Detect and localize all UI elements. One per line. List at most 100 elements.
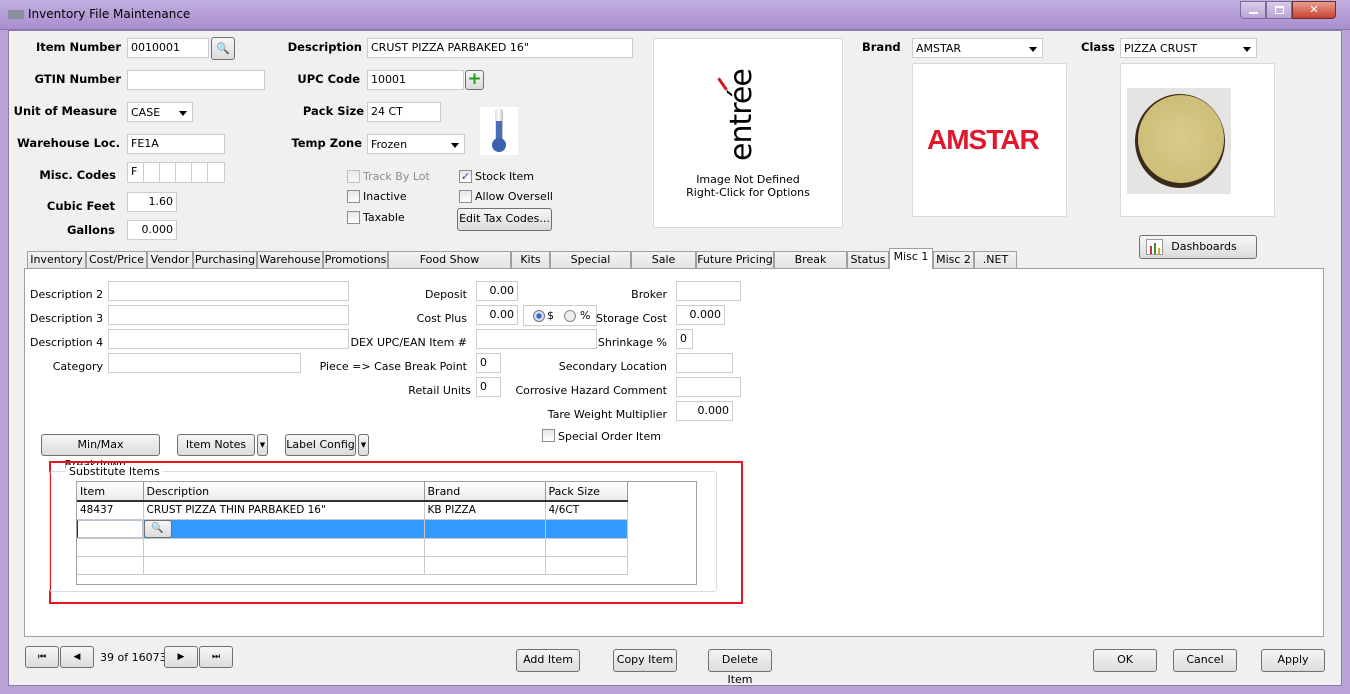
minimize-button[interactable] [1240, 1, 1266, 19]
special-order-checkbox[interactable] [542, 429, 555, 442]
item-image-box[interactable]: entrée Image Not Defined Right-Click for… [653, 38, 843, 228]
description-input[interactable]: CRUST PIZZA PARBAKED 16" [367, 38, 633, 58]
tab-net[interactable]: .NET [974, 251, 1017, 269]
tab-misc-1[interactable]: Misc 1 [889, 248, 933, 269]
shrinkage-input[interactable]: 0 [676, 329, 693, 349]
last-icon: ⏭ [211, 652, 221, 662]
dashboards-button[interactable]: Dashboards [1139, 235, 1257, 259]
close-button[interactable]: ✕ [1292, 1, 1336, 19]
col-brand[interactable]: Brand [424, 482, 546, 502]
uom-dropdown[interactable]: CASE [127, 102, 193, 122]
item-number-input[interactable]: 0010001 [127, 38, 209, 58]
col-pack-size[interactable]: Pack Size [545, 482, 628, 502]
cell-item: 48437 [77, 501, 144, 520]
warehouse-loc-input[interactable]: FE1A [127, 134, 225, 154]
brand-dropdown[interactable]: AMSTAR [912, 38, 1043, 58]
allow-oversell-checkbox[interactable] [459, 190, 472, 203]
item-notes-menu-button[interactable]: ▼ [257, 434, 268, 456]
tab-status[interactable]: Status [847, 251, 889, 269]
taxable-checkbox[interactable] [347, 211, 360, 224]
pack-size-label: Pack Size [302, 104, 364, 118]
tab-warehouse[interactable]: Warehouse [257, 251, 323, 269]
cancel-button[interactable]: Cancel [1173, 649, 1237, 672]
upc-input[interactable]: 10001 [367, 70, 464, 90]
apply-button[interactable]: Apply [1261, 649, 1325, 672]
tab-sale-pricing[interactable]: Sale Pricing [631, 251, 696, 282]
new-item-search-button[interactable]: 🔍 [143, 519, 172, 538]
temp-zone-value: Frozen [371, 138, 408, 151]
misc-code-3[interactable] [159, 162, 176, 183]
tab-misc-2[interactable]: Misc 2 [933, 251, 974, 269]
ok-button[interactable]: OK [1093, 649, 1157, 672]
inactive-checkbox[interactable] [347, 190, 360, 203]
tab-future-pricing[interactable]: Future Pricing [696, 251, 774, 269]
label-config-button[interactable]: Label Config [285, 434, 356, 456]
new-row[interactable]: 🔍 [77, 519, 628, 539]
next-icon: ▶ [177, 652, 185, 662]
maximize-button[interactable] [1266, 1, 1292, 19]
tare-input[interactable]: 0.000 [676, 401, 733, 421]
track-by-lot-checkbox[interactable] [347, 170, 360, 183]
corrosive-label: Corrosive Hazard Comment [515, 384, 667, 397]
category-input[interactable] [108, 353, 301, 373]
label-config-menu-button[interactable]: ▼ [358, 434, 369, 456]
secondary-location-label: Secondary Location [558, 360, 667, 373]
tab-special-pricing[interactable]: Special Pricing [550, 251, 631, 282]
tab-purchasing[interactable]: Purchasing [193, 251, 257, 269]
storage-cost-input[interactable]: 0.000 [676, 305, 725, 325]
secondary-location-input[interactable] [676, 353, 733, 373]
tab-inventory[interactable]: Inventory [27, 251, 86, 269]
thermometer-icon [480, 107, 518, 155]
dashboards-label: Dashboards [1171, 240, 1237, 253]
temp-zone-dropdown[interactable]: Frozen [367, 134, 465, 154]
allow-oversell-label: Allow Oversell [475, 190, 553, 203]
tab-promotions[interactable]: Promotions [323, 251, 388, 269]
gallons-input[interactable]: 0.000 [127, 220, 177, 240]
col-item[interactable]: Item [77, 482, 144, 502]
cubic-feet-input[interactable]: 1.60 [127, 192, 177, 212]
retail-units-input[interactable]: 0 [476, 377, 501, 397]
tab-break-pricing[interactable]: Break Pricing [774, 251, 847, 282]
tab-cost-price[interactable]: Cost/Price [86, 251, 147, 269]
broker-input[interactable] [676, 281, 741, 301]
table-row[interactable] [77, 556, 628, 575]
chevron-down-icon [451, 143, 459, 148]
brand-logo-box[interactable]: AMSTAR [912, 63, 1067, 217]
new-item-input[interactable] [77, 519, 143, 538]
misc-code-2[interactable] [143, 162, 160, 183]
misc-code-1[interactable]: F [127, 162, 144, 183]
misc-code-6[interactable] [207, 162, 225, 183]
tab-food-show-promotions[interactable]: Food Show Promotions [388, 251, 511, 282]
tab-kits[interactable]: Kits [511, 251, 550, 269]
last-record-button[interactable]: ⏭ [199, 646, 233, 668]
item-search-button[interactable]: 🔍 [211, 37, 235, 60]
item-notes-button[interactable]: Item Notes [177, 434, 255, 456]
table-row[interactable]: 48437 CRUST PIZZA THIN PARBAKED 16" KB PIZ… [77, 501, 628, 520]
misc-code-5[interactable] [191, 162, 208, 183]
minmax-breakdown-button[interactable]: Min/Max Breakdown... [41, 434, 160, 471]
copy-item-button[interactable]: Copy Item [613, 649, 677, 672]
gtin-label: GTIN Number [34, 72, 122, 86]
prev-record-button[interactable]: ◀ [60, 646, 94, 668]
add-upc-button[interactable]: + [465, 70, 484, 90]
edit-tax-codes-button[interactable]: Edit Tax Codes... [457, 208, 552, 231]
add-item-button[interactable]: Add Item [516, 649, 580, 672]
stock-item-checkbox[interactable]: ✓ [459, 170, 472, 183]
class-dropdown[interactable]: PIZZA CRUST [1120, 38, 1257, 58]
col-description[interactable]: Description [143, 482, 425, 502]
corrosive-input[interactable] [676, 377, 741, 397]
first-record-button[interactable]: ⏮ [25, 646, 59, 668]
delete-item-button[interactable]: Delete Item [708, 649, 772, 686]
pack-size-input[interactable]: 24 CT [367, 102, 441, 122]
desc2-label: Description 2 [30, 288, 104, 301]
brand-label: Brand [862, 40, 901, 54]
class-image-box[interactable] [1120, 63, 1275, 217]
deposit-label: Deposit [424, 288, 467, 301]
class-value: PIZZA CRUST [1124, 42, 1198, 55]
table-row[interactable] [77, 538, 628, 557]
next-record-button[interactable]: ▶ [164, 646, 198, 668]
tab-vendor[interactable]: Vendor [147, 251, 193, 269]
gtin-input[interactable] [127, 70, 265, 90]
piece-case-input[interactable]: 0 [476, 353, 501, 373]
misc-code-4[interactable] [175, 162, 192, 183]
